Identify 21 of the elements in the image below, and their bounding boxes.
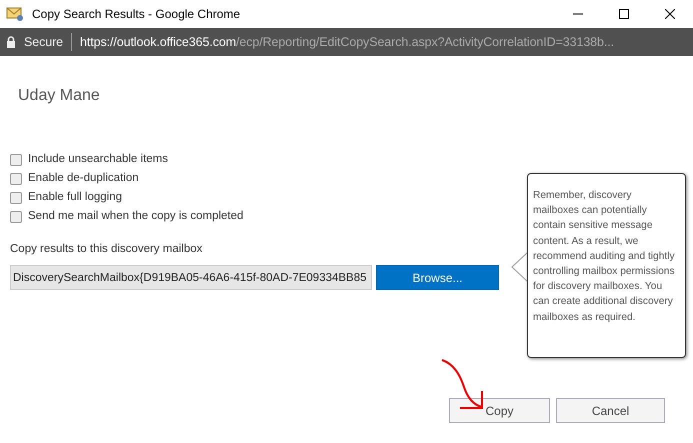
- mail-icon: [6, 6, 24, 22]
- checkbox[interactable]: [10, 172, 22, 184]
- checkbox-label: Enable de-duplication: [28, 170, 139, 186]
- checkbox[interactable]: [10, 210, 22, 222]
- checkbox[interactable]: [10, 192, 22, 204]
- browse-button[interactable]: Browse...: [376, 265, 499, 290]
- checkbox[interactable]: [10, 154, 22, 166]
- page-heading: Uday Mane: [18, 86, 101, 106]
- lock-icon: [6, 36, 16, 48]
- tooltip-pointer: [511, 252, 528, 282]
- tooltip-text: Remember, discovery mailboxes can potentially contain sensitive message content. As a result, we recommend auditing and tightly controlling mailbox permissions for discovery mailboxes. You can create additional discovery mailboxes as required.: [527, 173, 686, 358]
- security-label: Secure: [24, 34, 64, 51]
- checkbox-label: Send me mail when the copy is completed: [28, 208, 244, 224]
- field-label: Copy results to this discovery mailbox: [10, 242, 202, 257]
- copy-button[interactable]: Copy: [449, 398, 550, 423]
- checkbox-label: Enable full logging: [28, 190, 122, 205]
- cancel-button[interactable]: Cancel: [556, 398, 665, 423]
- window-title: Copy Search Results - Google Chrome: [32, 6, 242, 23]
- mailbox-field[interactable]: DiscoverySearchMailbox{D919BA05-46A6-415f-80AD-7E09334BB85: [10, 265, 372, 290]
- checkbox-label: Include unsearchable items: [28, 152, 168, 167]
- url-text[interactable]: https://outlook.office365.com/ecp/Reporting/EditCopySearch.aspx?ActivityCorrelationID=33138b...: [80, 32, 614, 52]
